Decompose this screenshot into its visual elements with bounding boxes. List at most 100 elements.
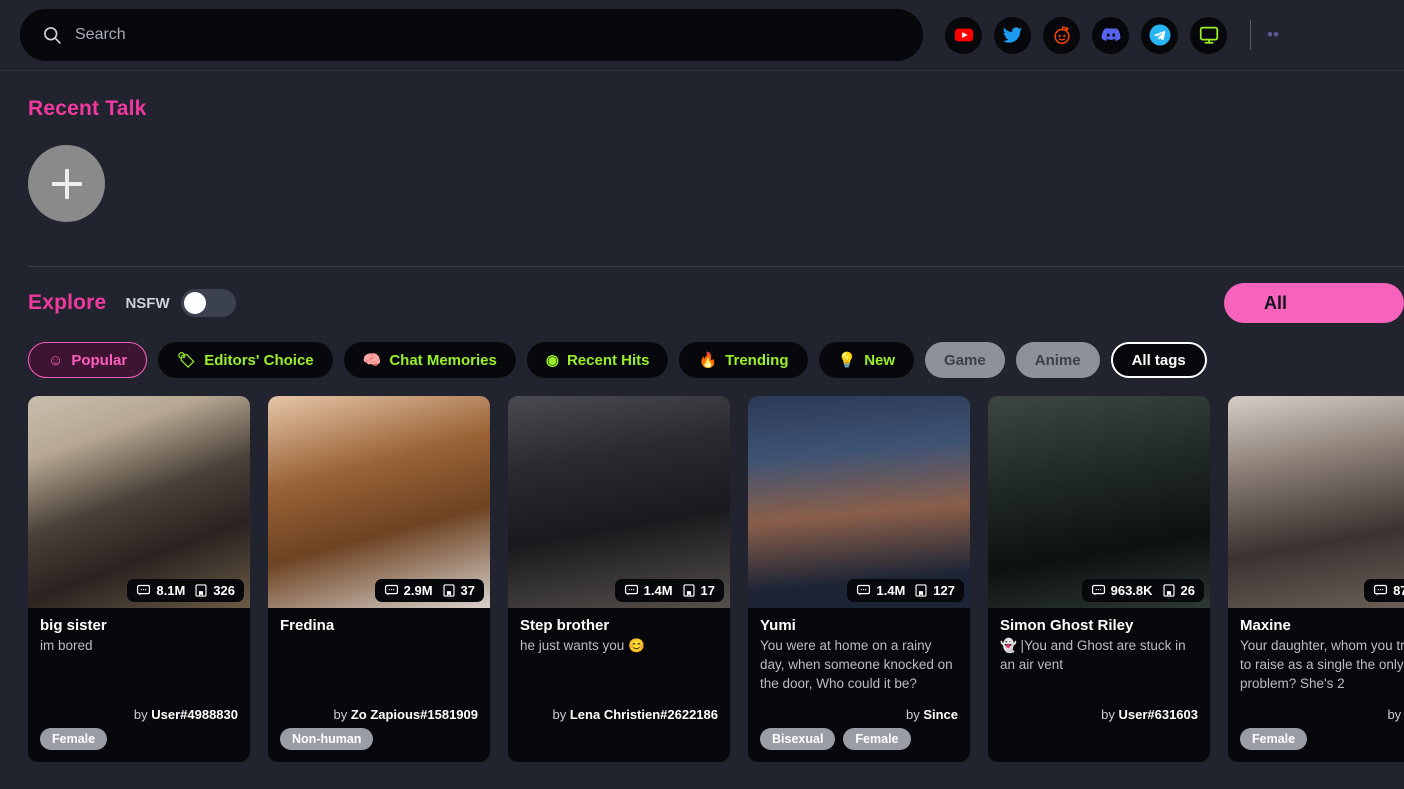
search-icon [42, 25, 62, 45]
filter-chip-recent-hits[interactable]: ◉ Recent Hits [526, 342, 669, 378]
bookmark-icon [914, 583, 928, 598]
filter-chip-trending[interactable]: 🔥 Trending [679, 342, 808, 378]
card-author: by Noon [1240, 707, 1404, 728]
chat-bubble-icon [624, 583, 639, 598]
card-description: You were at home on a rainy day, when so… [760, 638, 953, 691]
character-card[interactable]: 872.3K Maxine Your daughter, whom you tryi… [1228, 396, 1404, 762]
card-author-name: User#4988830 [151, 707, 238, 722]
card-artwork [28, 396, 250, 608]
card-body: Step brother he just wants you 😊 by Lena C… [508, 608, 730, 728]
plus-icon [51, 168, 82, 199]
card-tags: Female [28, 728, 250, 762]
card-body: Maxine Your daughter, whom you trying to … [1228, 608, 1404, 728]
filter-chip-label: New [864, 351, 896, 369]
header-divider [1250, 20, 1251, 50]
lightbulb-icon: 💡 [837, 351, 857, 369]
card-artwork [508, 396, 730, 608]
card-tag[interactable]: Female [40, 728, 108, 750]
card-tag[interactable]: Female [1240, 728, 1308, 750]
save-count: 37 [442, 583, 475, 598]
reddit-icon[interactable] [1043, 16, 1080, 54]
chat-count-value: 872.3K [1393, 583, 1404, 598]
card-body: Simon Ghost Riley 👻 |You and Ghost are st… [988, 608, 1210, 728]
filter-chip-label: Anime [1034, 351, 1081, 369]
filter-chip-label: Chat Memories [389, 351, 497, 369]
card-tag[interactable]: Female [843, 728, 911, 750]
character-card[interactable]: 2.9M 37 Fredina by Zo Zapious#1581909 Non-hu… [268, 396, 490, 762]
card-title: Yumi [760, 617, 796, 634]
card-author: by Since [760, 707, 958, 728]
top-header: •• [0, 0, 1404, 71]
chat-count-value: 2.9M [403, 583, 433, 598]
filter-chip-new[interactable]: 💡 New [818, 342, 915, 378]
chat-count-value: 1.4M [643, 583, 673, 598]
card-title: big sister [40, 617, 107, 634]
card-author: by Lena Christien#2622186 [520, 707, 718, 728]
card-tag[interactable]: Non-human [280, 728, 374, 750]
card-tags: Non-human [268, 728, 490, 762]
chat-count-value: 8.1M [156, 583, 186, 598]
character-card[interactable]: 963.8K 26 Simon Ghost Riley 👻 |You and Ghos… [988, 396, 1210, 762]
smiley-icon: ☺ [48, 351, 64, 369]
card-author-prefix: by [1387, 707, 1404, 722]
filter-chip-anime[interactable]: Anime [1015, 342, 1100, 378]
filter-chip-label: Popular [71, 351, 128, 369]
search-input[interactable] [75, 26, 901, 44]
explore-bar: Explore NSFW All [0, 267, 1404, 323]
bookmark-icon [682, 583, 696, 598]
telegram-icon[interactable] [1141, 16, 1178, 54]
filter-chip-all-tags[interactable]: All tags [1110, 342, 1207, 378]
fire-icon: 🔥 [698, 351, 718, 369]
filter-chip-label: Recent Hits [566, 351, 650, 369]
chat-count: 1.4M [624, 583, 673, 598]
search-box[interactable] [20, 9, 923, 61]
chat-count-value: 963.8K [1110, 583, 1153, 598]
filter-chips: ☺ Popular 🏷 Editors' Choice 🧠 Chat Memories ◉ R… [0, 317, 1404, 378]
brain-icon: 🧠 [362, 351, 382, 369]
nsfw-toggle[interactable] [180, 289, 236, 317]
chat-count: 872.3K [1373, 583, 1404, 598]
chat-bubble-icon [856, 583, 871, 598]
filter-chip-game[interactable]: Game [925, 342, 1005, 378]
character-card[interactable]: 1.4M 17 Step brother he just wants you 😊 by … [508, 396, 730, 762]
nsfw-label: NSFW [125, 294, 170, 312]
monitor-icon[interactable] [1190, 16, 1227, 54]
card-author-prefix: by [133, 707, 152, 722]
filter-chip-popular[interactable]: ☺ Popular [28, 342, 148, 378]
add-talk-button[interactable] [28, 145, 105, 222]
filter-chip-chat-memories[interactable]: 🧠 Chat Memories [343, 342, 516, 378]
filter-chip-label: Game [944, 351, 986, 369]
character-card[interactable]: 1.4M 127 Yumi You were at home on a rainy d… [748, 396, 970, 762]
card-artwork [748, 396, 970, 608]
card-description: 👻 |You and Ghost are stuck in an air ven… [1000, 638, 1186, 672]
explore-title: Explore [28, 291, 107, 314]
card-author: by User#4988830 [40, 707, 238, 728]
card-stats: 8.1M 326 [127, 579, 244, 602]
filter-chip-label: All tags [1131, 351, 1186, 369]
bookmark-icon [1162, 583, 1176, 598]
recent-talk-section: Recent Talk [0, 71, 1404, 222]
card-artwork [268, 396, 490, 608]
recent-talk-title: Recent Talk [28, 97, 147, 120]
target-icon: ◉ [545, 351, 559, 369]
card-title: Simon Ghost Riley [1000, 617, 1134, 634]
card-tag[interactable]: Bisexual [760, 728, 836, 750]
card-author-prefix: by [552, 707, 570, 722]
discord-icon[interactable] [1092, 16, 1129, 54]
chat-count-value: 1.4M [876, 583, 906, 598]
card-body: Fredina by Zo Zapious#1581909 [268, 608, 490, 728]
character-card[interactable]: 8.1M 326 big sister im bored by User#4988830… [28, 396, 250, 762]
save-count-value: 17 [700, 583, 715, 598]
save-count: 17 [682, 583, 715, 598]
card-image: 963.8K 26 [988, 396, 1210, 608]
save-count-value: 326 [213, 583, 235, 598]
chat-count: 1.4M [856, 583, 905, 598]
youtube-icon[interactable] [945, 16, 982, 54]
all-filter-button[interactable]: All [1224, 283, 1404, 323]
filter-chip-editors-choice[interactable]: 🏷 Editors' Choice [158, 342, 333, 378]
card-author-prefix: by [333, 707, 351, 722]
twitter-icon[interactable] [994, 16, 1031, 54]
filter-chip-label: Trending [725, 351, 789, 369]
header-overflow-icon[interactable]: •• [1267, 25, 1279, 45]
card-tags: Bisexual Female [748, 728, 970, 762]
